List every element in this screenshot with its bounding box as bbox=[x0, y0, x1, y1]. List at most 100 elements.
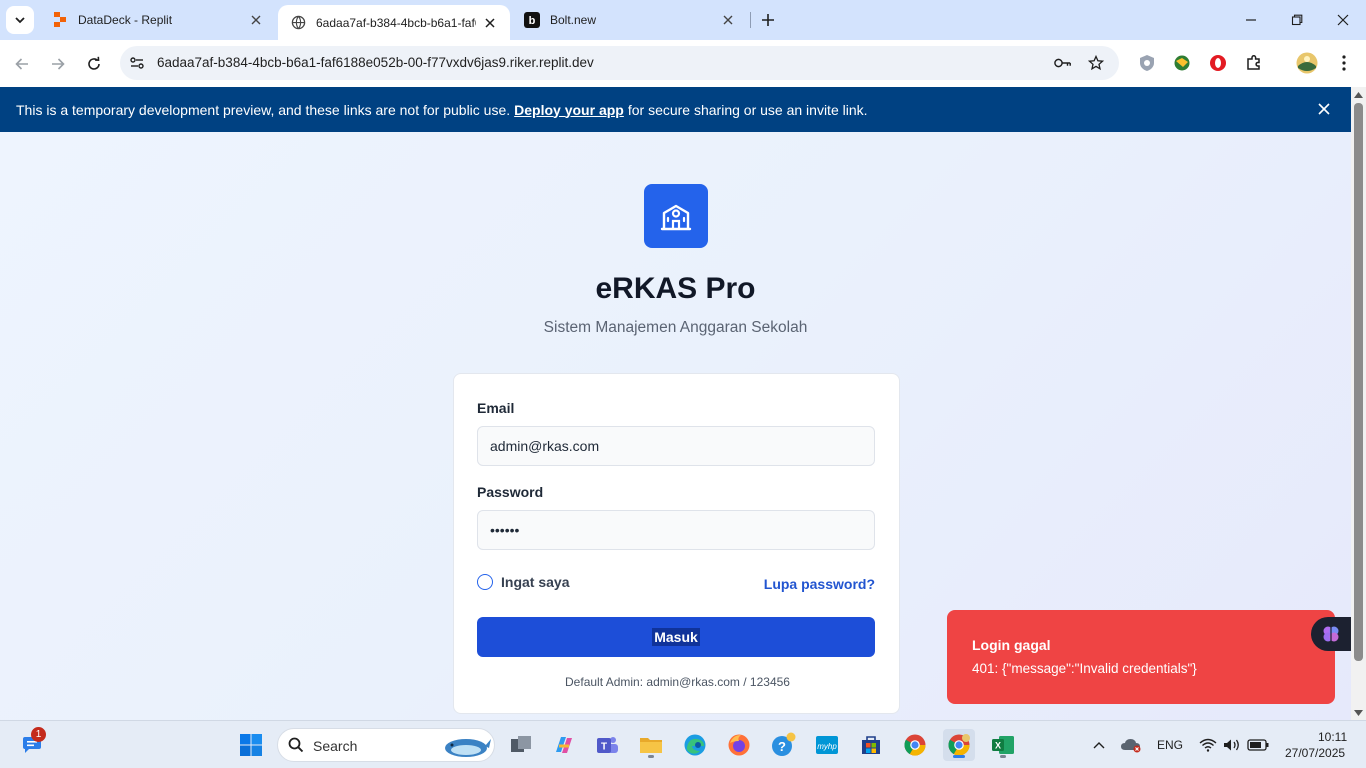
site-settings-icon[interactable] bbox=[128, 54, 146, 72]
myhp-icon[interactable]: myhp bbox=[811, 729, 843, 761]
dev-preview-banner: This is a temporary development preview,… bbox=[0, 87, 1351, 132]
notification-badge: 1 bbox=[31, 727, 46, 742]
tab-bolt[interactable]: b Bolt.new bbox=[512, 4, 748, 36]
banner-text: This is a temporary development preview,… bbox=[16, 101, 511, 118]
login-button-label: Masuk bbox=[652, 628, 700, 646]
svg-text:X: X bbox=[995, 741, 1001, 751]
arrow-right-icon bbox=[52, 58, 65, 70]
firefox-icon[interactable] bbox=[723, 729, 755, 761]
active-indicator bbox=[953, 755, 965, 758]
scroll-up-icon[interactable] bbox=[1354, 90, 1363, 99]
key-icon[interactable] bbox=[1054, 54, 1072, 72]
brain-icon bbox=[1323, 626, 1339, 642]
running-indicator bbox=[1000, 755, 1006, 758]
close-icon[interactable] bbox=[720, 12, 736, 28]
svg-text:?: ? bbox=[778, 739, 786, 754]
profile-avatar[interactable] bbox=[1296, 52, 1318, 74]
toast-title: Login gagal bbox=[972, 637, 1051, 653]
back-button[interactable] bbox=[8, 50, 36, 78]
minimize-button[interactable] bbox=[1228, 0, 1274, 40]
banner-text-after: for secure sharing or use an invite link… bbox=[627, 101, 868, 118]
help-app-icon[interactable]: ? bbox=[767, 729, 799, 761]
taskbar: 1 Search T ? myhp X ENG 10:11 27/07/2025 bbox=[0, 720, 1366, 768]
plus-icon bbox=[762, 14, 774, 26]
default-credentials-hint: Default Admin: admin@rkas.com / 123456 bbox=[565, 675, 790, 689]
login-card: Email Password Ingat saya Lupa password?… bbox=[453, 373, 900, 714]
tab-separator bbox=[750, 12, 751, 28]
new-tab-button[interactable] bbox=[756, 8, 780, 32]
remember-label: Ingat saya bbox=[501, 574, 570, 590]
tab-preview[interactable]: 6adaa7af-b384-4bcb-b6a1-faf6 bbox=[278, 5, 510, 40]
deploy-app-link[interactable]: Deploy your app bbox=[514, 102, 624, 118]
remember-checkbox[interactable] bbox=[477, 574, 493, 590]
tab-search-button[interactable] bbox=[6, 6, 34, 34]
svg-text:T: T bbox=[601, 742, 607, 753]
tab-label: Bolt.new bbox=[550, 13, 597, 27]
restore-icon bbox=[1291, 14, 1303, 26]
star-icon[interactable] bbox=[1087, 54, 1105, 72]
chrome-profile-icon[interactable] bbox=[943, 729, 975, 761]
volume-icon[interactable] bbox=[1220, 729, 1244, 761]
file-explorer-icon[interactable] bbox=[635, 729, 667, 761]
school-icon bbox=[660, 204, 692, 231]
running-indicator bbox=[648, 755, 654, 758]
tab-datadeck[interactable]: DataDeck - Replit bbox=[40, 4, 276, 36]
scrollbar-thumb[interactable] bbox=[1354, 103, 1363, 661]
battery-icon[interactable] bbox=[1245, 729, 1271, 761]
puzzle-icon[interactable] bbox=[1243, 52, 1265, 74]
opera-extension-icon[interactable] bbox=[1207, 52, 1229, 74]
wifi-icon[interactable] bbox=[1196, 729, 1220, 761]
replit-icon bbox=[52, 12, 68, 28]
forward-button[interactable] bbox=[44, 50, 72, 78]
email-field[interactable] bbox=[477, 426, 875, 466]
tab-label: 6adaa7af-b384-4bcb-b6a1-faf6 bbox=[316, 15, 476, 30]
close-icon[interactable] bbox=[482, 15, 498, 31]
tab-label: DataDeck - Replit bbox=[78, 13, 173, 27]
reload-button[interactable] bbox=[80, 50, 108, 78]
bolt-icon: b bbox=[524, 12, 540, 28]
globe-extension-icon[interactable] bbox=[1171, 52, 1193, 74]
edge-icon[interactable] bbox=[679, 729, 711, 761]
forgot-password-link[interactable]: Lupa password? bbox=[764, 576, 875, 592]
tray-expand-icon[interactable] bbox=[1084, 729, 1114, 761]
password-field[interactable] bbox=[477, 510, 875, 550]
excel-icon[interactable]: X bbox=[987, 729, 1019, 761]
whale-highlight-icon bbox=[445, 739, 491, 757]
microsoft-store-icon[interactable] bbox=[855, 729, 887, 761]
windows-start-icon[interactable] bbox=[235, 729, 267, 761]
page-viewport: This is a temporary development preview,… bbox=[0, 87, 1351, 720]
app-title: eRKAS Pro bbox=[595, 272, 756, 305]
scroll-down-icon[interactable] bbox=[1354, 708, 1363, 717]
onedrive-icon[interactable] bbox=[1116, 729, 1146, 761]
banner-close-button[interactable] bbox=[1315, 100, 1333, 118]
task-view-icon[interactable] bbox=[505, 729, 537, 761]
url-text: 6adaa7af-b384-4bcb-b6a1-faf6188e052b-00-… bbox=[157, 55, 594, 70]
taskbar-search[interactable]: Search bbox=[277, 728, 495, 762]
chrome-icon[interactable] bbox=[899, 729, 931, 761]
close-icon[interactable] bbox=[248, 12, 264, 28]
remember-me[interactable]: Ingat saya bbox=[477, 574, 569, 590]
shield-extension-icon[interactable] bbox=[1136, 52, 1158, 74]
copilot-icon[interactable] bbox=[548, 729, 580, 761]
address-bar[interactable]: 6adaa7af-b384-4bcb-b6a1-faf6188e052b-00-… bbox=[120, 46, 1119, 80]
login-button[interactable]: Masuk bbox=[477, 617, 875, 657]
language-indicator[interactable]: ENG bbox=[1157, 738, 1183, 752]
assistant-button[interactable] bbox=[1311, 617, 1351, 651]
teams-icon[interactable]: T bbox=[591, 729, 623, 761]
error-toast[interactable]: Login gagal 401: {"message":"Invalid cre… bbox=[947, 610, 1335, 704]
close-icon bbox=[1318, 103, 1330, 115]
minimize-icon bbox=[1246, 19, 1256, 21]
page-scrollbar[interactable] bbox=[1351, 87, 1366, 720]
app-subtitle: Sistem Manajemen Anggaran Sekolah bbox=[543, 319, 808, 336]
tab-strip: DataDeck - Replit 6adaa7af-b384-4bcb-b6a… bbox=[0, 0, 1366, 40]
clock-date[interactable]: 27/07/2025 bbox=[1285, 746, 1345, 760]
toast-message: 401: {"message":"Invalid credentials"} bbox=[972, 661, 1197, 676]
more-menu-icon[interactable] bbox=[1333, 52, 1355, 74]
window-close-button[interactable] bbox=[1320, 0, 1366, 40]
svg-text:myhp: myhp bbox=[817, 742, 837, 751]
app-logo bbox=[644, 184, 708, 248]
clock-time[interactable]: 10:11 bbox=[1318, 730, 1347, 744]
reload-icon bbox=[88, 56, 100, 70]
restore-button[interactable] bbox=[1274, 0, 1320, 40]
search-icon bbox=[288, 737, 304, 753]
